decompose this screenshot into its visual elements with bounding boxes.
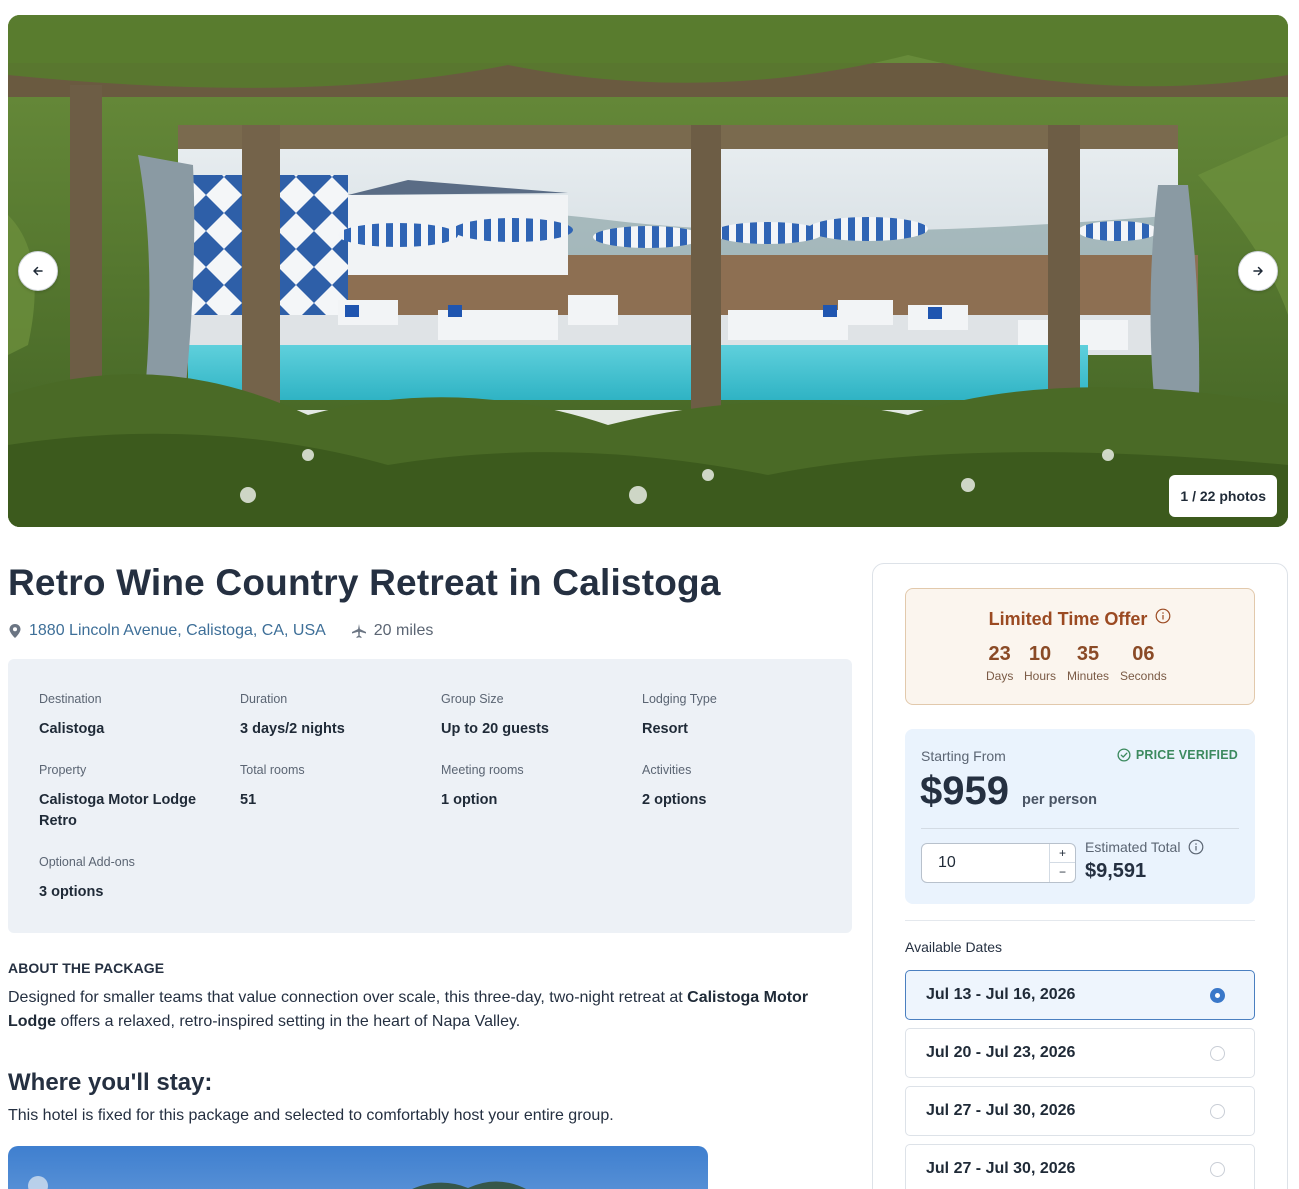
increment-button[interactable]: + (1049, 844, 1075, 863)
limited-offer-box: Limited Time Offer 23 Days 10 Hours 35 M… (905, 588, 1255, 705)
arrow-right-icon (1253, 266, 1263, 276)
fact-value: 3 days/2 nights (240, 721, 345, 737)
info-icon[interactable] (1188, 839, 1204, 855)
timer-seconds: 06 Seconds (1120, 643, 1167, 683)
fact-label: Lodging Type (642, 692, 717, 706)
fact-lodging-type: Lodging Type Resort (642, 692, 832, 740)
timer-value: 35 (1076, 643, 1100, 665)
estimated-total-text: Estimated Total (1085, 839, 1181, 855)
next-photo-button[interactable] (1238, 251, 1278, 291)
date-option-text: Jul 13 - Jul 16, 2026 (926, 986, 1076, 1003)
package-meta: 1880 Lincoln Avenue, Calistoga, CA, USA … (8, 620, 433, 642)
estimated-total-value: $9,591 (1085, 860, 1147, 882)
distance-text: 20 miles (373, 622, 434, 639)
fact-value: Resort (642, 721, 688, 737)
timer-hours: 10 Hours (1024, 643, 1056, 683)
fact-activities: Activities 2 options (642, 763, 832, 811)
stay-subtitle: This hotel is fixed for this package and… (8, 1107, 614, 1124)
fact-value: 51 (240, 792, 257, 808)
fact-label: Total rooms (240, 763, 305, 777)
date-radio[interactable] (1210, 1046, 1225, 1061)
prev-photo-button[interactable] (18, 251, 58, 291)
timer-minutes: 35 Minutes (1067, 643, 1109, 683)
estimated-total-label: Estimated Total (1085, 839, 1204, 855)
date-option[interactable]: Jul 27 - Jul 30, 2026 (905, 1144, 1255, 1189)
hero-photo (8, 15, 1288, 527)
card-divider (905, 920, 1255, 921)
package-facts: Destination Calistoga Duration 3 days/2 … (8, 659, 852, 933)
fact-group-size: Group Size Up to 20 guests (441, 692, 631, 740)
price-divider (921, 828, 1239, 829)
about-text: Designed for smaller teams that value co… (8, 986, 838, 1034)
timer-unit: Seconds (1120, 669, 1167, 683)
price-box: Starting From PRICE VERIFIED $959 per pe… (905, 729, 1255, 904)
guest-quantity-stepper: + − (921, 843, 1076, 883)
price-verified-text: PRICE VERIFIED (1135, 748, 1238, 762)
fact-label: Activities (642, 763, 692, 777)
fact-label: Group Size (441, 692, 504, 706)
guest-quantity-input[interactable] (922, 844, 1050, 882)
about-heading: ABOUT THE PACKAGE (8, 960, 165, 976)
fact-total-rooms: Total rooms 51 (240, 763, 430, 811)
hero-gallery: 1 / 22 photos (8, 15, 1288, 527)
offer-title: Limited Time Offer (906, 608, 1254, 630)
fact-value: 1 option (441, 792, 498, 808)
fact-label: Meeting rooms (441, 763, 524, 777)
timer-value: 06 (1132, 643, 1155, 665)
fact-duration: Duration 3 days/2 nights (240, 692, 430, 740)
price-verified-badge: PRICE VERIFIED (1117, 748, 1238, 762)
fact-value: Calistoga Motor Lodge Retro (39, 792, 197, 829)
fact-optional-addons: Optional Add-ons 3 options (39, 855, 229, 903)
timer-days: 23 Days (986, 643, 1013, 683)
map-pin-icon (9, 624, 21, 638)
fact-value: Calistoga (39, 721, 105, 737)
photo-counter-button[interactable]: 1 / 22 photos (1169, 475, 1277, 517)
hotel-photo (8, 1146, 708, 1189)
stay-heading: Where you'll stay: (8, 1069, 213, 1096)
about-text-part: offers a relaxed, retro-inspired setting… (56, 1013, 521, 1030)
date-radio[interactable] (1210, 1104, 1225, 1119)
timer-value: 23 (988, 643, 1011, 665)
timer-value: 10 (1028, 643, 1052, 665)
info-icon[interactable] (1155, 608, 1171, 624)
offer-title-text: Limited Time Offer (988, 609, 1148, 629)
fact-property: Property Calistoga Motor Lodge Retro (39, 763, 209, 832)
per-person-label: per person (1022, 792, 1097, 808)
available-dates-label: Available Dates (905, 939, 1003, 955)
check-circle-icon (1117, 748, 1131, 762)
address-link[interactable]: 1880 Lincoln Avenue, Calistoga, CA, USA (29, 622, 326, 640)
fact-label: Property (39, 763, 87, 777)
date-option[interactable]: Jul 20 - Jul 23, 2026 (905, 1028, 1255, 1078)
fact-label: Optional Add-ons (39, 855, 135, 869)
date-option-text: Jul 27 - Jul 30, 2026 (926, 1160, 1076, 1177)
date-option[interactable]: Jul 13 - Jul 16, 2026 (905, 970, 1255, 1020)
timer-unit: Days (986, 669, 1014, 683)
date-option-text: Jul 20 - Jul 23, 2026 (926, 1044, 1076, 1061)
fact-destination: Destination Calistoga (39, 692, 229, 740)
decrement-button[interactable]: − (1049, 863, 1075, 882)
date-radio[interactable] (1210, 988, 1225, 1003)
fact-value: 2 options (642, 792, 707, 808)
about-text-part: Designed for smaller teams that value co… (8, 989, 688, 1006)
package-title: Retro Wine Country Retreat in Calistoga (8, 562, 721, 603)
fact-value: Up to 20 guests (441, 721, 549, 737)
date-option-text: Jul 27 - Jul 30, 2026 (926, 1102, 1076, 1119)
arrow-left-icon (33, 266, 43, 276)
timer-unit: Hours (1024, 669, 1057, 683)
timer-unit: Minutes (1067, 669, 1110, 683)
fact-label: Duration (240, 692, 288, 706)
price-value: $959 (920, 769, 1009, 813)
date-radio[interactable] (1210, 1162, 1225, 1177)
date-option[interactable]: Jul 27 - Jul 30, 2026 (905, 1086, 1255, 1136)
fact-label: Destination (39, 692, 102, 706)
plane-icon (351, 624, 366, 638)
starting-from-label: Starting From (921, 748, 1006, 764)
fact-meeting-rooms: Meeting rooms 1 option (441, 763, 631, 811)
fact-value: 3 options (39, 884, 104, 900)
